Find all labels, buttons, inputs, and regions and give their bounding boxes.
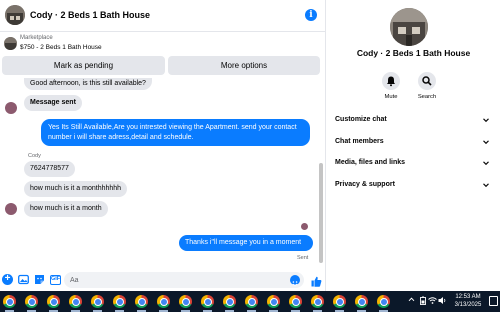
chevron-down-icon [483,118,489,123]
sender-name: Cody [28,153,41,159]
chrome-icon[interactable] [47,295,60,312]
outgoing-message: Thanks i"ll message you in a moment [179,235,313,251]
section-chat-members[interactable]: Chat members [327,134,500,152]
chevron-up-icon[interactable] [408,296,415,305]
chevron-down-icon [483,140,489,145]
thumbs-up-icon[interactable] [311,274,322,287]
chrome-icon[interactable] [333,295,346,312]
system-clock[interactable]: 12:53 AM 3/13/2025 [448,293,488,309]
chrome-icon[interactable] [311,295,324,312]
incoming-message: 7624778577 [24,161,75,177]
section-label: Privacy & support [335,181,395,188]
clock-date: 3/13/2025 [454,302,482,308]
incoming-message: Good afternoon, is this still available? [24,78,152,90]
mark-as-pending-button[interactable]: Mark as pending [2,56,165,75]
message-status: Sent [297,255,309,261]
chrome-icon[interactable] [157,295,170,312]
message-composer: + GIF [0,269,326,291]
clock-time: 12:53 AM [455,294,481,300]
search-icon [418,72,436,90]
conversation-name: Cody · 2 Beds 1 Bath House [356,48,471,58]
chrome-icon[interactable] [223,295,236,312]
listing-title: $750 - 2 Beds 1 Bath House [20,44,102,51]
incoming-message: how much is it a monthhhhhh [24,181,128,197]
emoji-icon[interactable] [290,275,300,286]
section-media-files-links[interactable]: Media, files and links [327,155,500,173]
plus-icon[interactable]: + [2,274,13,285]
chevron-down-icon [483,183,489,188]
more-options-button[interactable]: More options [168,56,320,75]
notification-icon[interactable] [489,296,498,306]
windows-taskbar: 12:53 AM 3/13/2025 [0,291,500,312]
photo-icon[interactable] [18,274,29,285]
incoming-message: Message sent [24,95,82,111]
seen-indicator-avatar [301,223,308,230]
section-label: Media, files and links [335,159,406,166]
chrome-icon[interactable] [201,295,214,312]
mute-button[interactable]: Mute [376,72,406,100]
sticker-icon[interactable] [34,274,45,285]
section-label: Customize chat [335,116,387,123]
chrome-icon[interactable] [113,295,126,312]
volume-icon[interactable] [438,296,447,307]
chrome-icon[interactable] [3,295,16,312]
contact-avatar [5,102,17,114]
incoming-message: how much is it a month [24,201,108,217]
chevron-down-icon [483,161,489,166]
conversation-profile-image[interactable] [390,8,428,46]
chrome-icon[interactable] [69,295,82,312]
mute-label: Mute [384,94,398,100]
search-button[interactable]: Search [412,72,442,100]
section-customize-chat[interactable]: Customize chat [327,112,500,130]
message-scrollbar[interactable] [318,76,324,269]
listing-thumbnail [4,37,17,50]
bell-icon [382,72,400,90]
conversation-avatar[interactable] [5,5,25,25]
chrome-icon[interactable] [355,295,368,312]
section-label: Chat members [335,138,384,145]
listing-label: Marketplace [20,35,53,41]
section-privacy-support[interactable]: Privacy & support [327,177,500,195]
marketplace-listing-bar[interactable]: Marketplace $750 - 2 Beds 1 Bath House [0,33,326,56]
chrome-icon[interactable] [289,295,302,312]
chat-header: Cody · 2 Beds 1 Bath House i [0,0,326,32]
chrome-icon[interactable] [245,295,258,312]
wifi-icon[interactable] [428,296,437,307]
chrome-icon[interactable] [267,295,280,312]
message-list: Good afternoon, is this still available?… [0,76,320,269]
chat-pane: Cody · 2 Beds 1 Bath House i Marketplace… [0,0,326,291]
chrome-icon[interactable] [179,295,192,312]
contact-avatar [5,203,17,215]
message-input[interactable] [64,272,304,288]
scrollbar-thumb[interactable] [319,163,323,263]
chrome-icon[interactable] [135,295,148,312]
conversation-details-pane: Cody · 2 Beds 1 Bath House Mute Search C… [327,0,500,291]
chrome-icon[interactable] [377,295,390,312]
info-icon[interactable]: i [305,9,317,21]
conversation-title[interactable]: Cody · 2 Beds 1 Bath House [30,10,150,20]
gif-icon[interactable]: GIF [50,275,61,285]
battery-icon[interactable] [419,296,427,307]
chrome-icon[interactable] [25,295,38,312]
outgoing-message: Yes Its Still Available,Are you intreste… [41,119,310,146]
search-label: Search [417,94,437,100]
chrome-icon[interactable] [91,295,104,312]
